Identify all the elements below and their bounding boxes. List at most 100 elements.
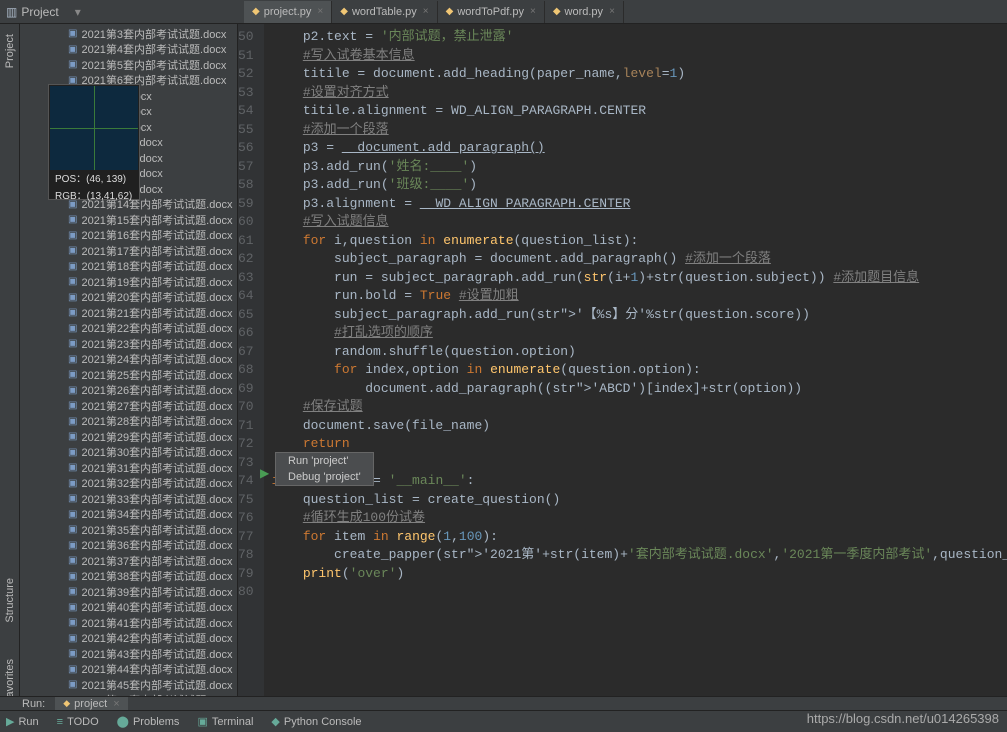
file-row[interactable]: ▣2021第15套内部考试试题.docx — [20, 212, 237, 228]
editor-tabs: ◆project.py×◆wordTable.py×◆wordToPdf.py×… — [238, 0, 1007, 24]
file-icon: ▣ — [68, 261, 77, 272]
close-icon[interactable]: × — [530, 6, 536, 17]
file-row[interactable]: ▣2021第29套内部考试试题.docx — [20, 429, 237, 445]
file-label: 2021第39套内部考试试题.docx — [81, 584, 232, 600]
file-icon: ▣ — [68, 571, 77, 582]
bottom-todo[interactable]: ≡TODO — [57, 716, 99, 728]
file-row[interactable]: ▣2021第41套内部考试试题.docx — [20, 615, 237, 631]
file-row[interactable]: ▣2021第26套内部考试试题.docx — [20, 383, 237, 399]
file-icon: ▣ — [68, 679, 77, 690]
run-label: Run: — [22, 698, 45, 710]
close-icon[interactable]: × — [609, 6, 615, 17]
color-rgb: RGB：(13,41,62) — [49, 188, 139, 205]
todo-icon: ≡ — [57, 716, 63, 728]
file-label: 2021第40套内部考试试题.docx — [81, 599, 232, 615]
project-label: Project — [21, 5, 58, 19]
bottom-problems[interactable]: ⬤Problems — [117, 715, 180, 728]
warn-icon: ⬤ — [117, 715, 129, 728]
file-icon: ▣ — [68, 478, 77, 489]
file-row[interactable]: ▣2021第36套内部考试试题.docx — [20, 538, 237, 554]
file-row[interactable]: ▣ 2021第32套内部考试试题.docx — [20, 476, 237, 492]
file-label: 2021第22套内部考试试题.docx — [81, 320, 232, 336]
python-icon: ◆ — [553, 6, 561, 17]
file-row[interactable]: ▣2021第24套内部考试试题.docx — [20, 352, 237, 368]
file-label: 2021第35套内部考试试题.docx — [81, 522, 232, 538]
file-row[interactable]: ▣2021第28套内部考试试题.docx — [20, 414, 237, 430]
file-row[interactable]: ▣2021第38套内部考试试题.docx — [20, 569, 237, 585]
file-label: 2021第19套内部考试试题.docx — [81, 274, 232, 290]
file-row[interactable]: ▣2021第42套内部考试试题.docx — [20, 631, 237, 647]
color-picker-popup[interactable]: POS：(46, 139) RGB：(13,41,62) — [48, 84, 140, 200]
file-icon: ▣ — [68, 555, 77, 566]
python-icon: ◆ — [340, 6, 348, 17]
file-row[interactable]: ▣2021第37套内部考试试题.docx — [20, 553, 237, 569]
file-row[interactable]: ▣ 2021第44套内部考试试题.docx — [20, 662, 237, 678]
file-row[interactable]: ▣2021第3套内部考试试题.docx — [20, 26, 237, 42]
file-row[interactable]: ▣2021第31套内部考试试题.docx — [20, 460, 237, 476]
dropdown-icon[interactable]: ▾ — [69, 5, 87, 19]
run-gutter-icon[interactable]: ▶ — [260, 466, 269, 480]
file-label: 2021第3套内部考试试题.docx — [81, 26, 226, 42]
file-label: 2021第18套内部考试试题.docx — [81, 258, 232, 274]
code-editor[interactable]: 5051525354555657585960616263646566676869… — [238, 24, 1007, 696]
code-area[interactable]: p2.text = '内部试题，禁止泄露' #写入试卷基本信息 titile =… — [264, 24, 1007, 696]
color-swatch[interactable] — [50, 86, 138, 170]
file-row[interactable]: ▣2021第22套内部考试试题.docx — [20, 321, 237, 337]
bottom-terminal[interactable]: ▣Terminal — [197, 715, 253, 728]
file-row[interactable]: ▣ 2021第5套内部考试试题.docx — [20, 57, 237, 73]
file-row[interactable]: ▣ 2021第45套内部考试试题.docx — [20, 677, 237, 693]
tab-label: wordToPdf.py — [457, 6, 524, 18]
file-row[interactable]: ▣ 2021第18套内部考试试题.docx — [20, 259, 237, 275]
file-row[interactable]: ▣2021第35套内部考试试题.docx — [20, 522, 237, 538]
file-row[interactable]: ▣ 2021第33套内部考试试题.docx — [20, 491, 237, 507]
file-row[interactable]: ▣2021第39套内部考试试题.docx — [20, 584, 237, 600]
file-label: 2021第30套内部考试试题.docx — [81, 444, 232, 460]
context-menu[interactable]: Run 'project' Debug 'project' — [275, 452, 374, 486]
file-label: 2021第26套内部考试试题.docx — [81, 382, 232, 398]
file-label: 2021第33套内部考试试题.docx — [81, 491, 232, 507]
sidebar-project[interactable]: Project — [4, 28, 16, 74]
run-tab[interactable]: ◆ project × — [55, 697, 127, 711]
sidebar-structure[interactable]: Structure — [4, 572, 16, 629]
file-icon: ▣ — [68, 276, 77, 287]
file-row[interactable]: ▣2021第17套内部考试试题.docx — [20, 243, 237, 259]
file-row[interactable]: ▣2021第21套内部考试试题.docx — [20, 305, 237, 321]
editor-tab[interactable]: ◆word.py× — [545, 1, 624, 23]
editor-tab[interactable]: ◆wordTable.py× — [332, 1, 437, 23]
editor-tab[interactable]: ◆wordToPdf.py× — [438, 1, 545, 23]
file-row[interactable]: ▣2021第4套内部考试试题.docx — [20, 42, 237, 58]
file-icon: ▣ — [68, 59, 77, 70]
file-label: 2021第25套内部考试试题.docx — [81, 367, 232, 383]
file-icon: ▣ — [68, 493, 77, 504]
file-row[interactable]: ▣2021第23套内部考试试题.docx — [20, 336, 237, 352]
file-row[interactable]: ▣2021第30套内部考试试题.docx — [20, 445, 237, 461]
ctx-run[interactable]: Run 'project' — [276, 453, 373, 469]
tab-label: project.py — [264, 6, 312, 18]
close-icon[interactable]: × — [113, 698, 119, 710]
python-icon: ◆ — [271, 715, 279, 728]
bottom-console[interactable]: ◆Python Console — [271, 715, 361, 728]
bottom-run[interactable]: ▶Run — [6, 715, 39, 728]
file-row[interactable]: ▣2021第16套内部考试试题.docx — [20, 228, 237, 244]
file-row[interactable]: ▣ 2021第25套内部考试试题.docx — [20, 367, 237, 383]
file-row[interactable]: ▣ 2021第19套内部考试试题.docx — [20, 274, 237, 290]
file-icon: ▣ — [68, 369, 77, 380]
file-label: 2021第5套内部考试试题.docx — [81, 57, 226, 73]
file-row[interactable]: ▣2021第40套内部考试试题.docx — [20, 600, 237, 616]
play-icon: ▶ — [6, 715, 14, 728]
file-label: 2021第44套内部考试试题.docx — [81, 661, 232, 677]
close-icon[interactable]: × — [317, 6, 323, 17]
file-row[interactable]: ▣2021第20套内部考试试题.docx — [20, 290, 237, 306]
file-row[interactable]: ▣2021第43套内部考试试题.docx — [20, 646, 237, 662]
folder-icon: ▥ — [6, 5, 17, 19]
file-label: 2021第45套内部考试试题.docx — [81, 677, 232, 693]
file-row[interactable]: ▣2021第34套内部考试试题.docx — [20, 507, 237, 523]
ctx-debug[interactable]: Debug 'project' — [276, 469, 373, 485]
file-label: 2021第32套内部考试试题.docx — [81, 475, 232, 491]
editor-tab[interactable]: ◆project.py× — [244, 1, 332, 23]
file-icon: ▣ — [68, 307, 77, 318]
close-icon[interactable]: × — [423, 6, 429, 17]
file-icon: ▣ — [68, 633, 77, 644]
file-row[interactable]: ▣2021第27套内部考试试题.docx — [20, 398, 237, 414]
file-icon: ▣ — [68, 664, 77, 675]
